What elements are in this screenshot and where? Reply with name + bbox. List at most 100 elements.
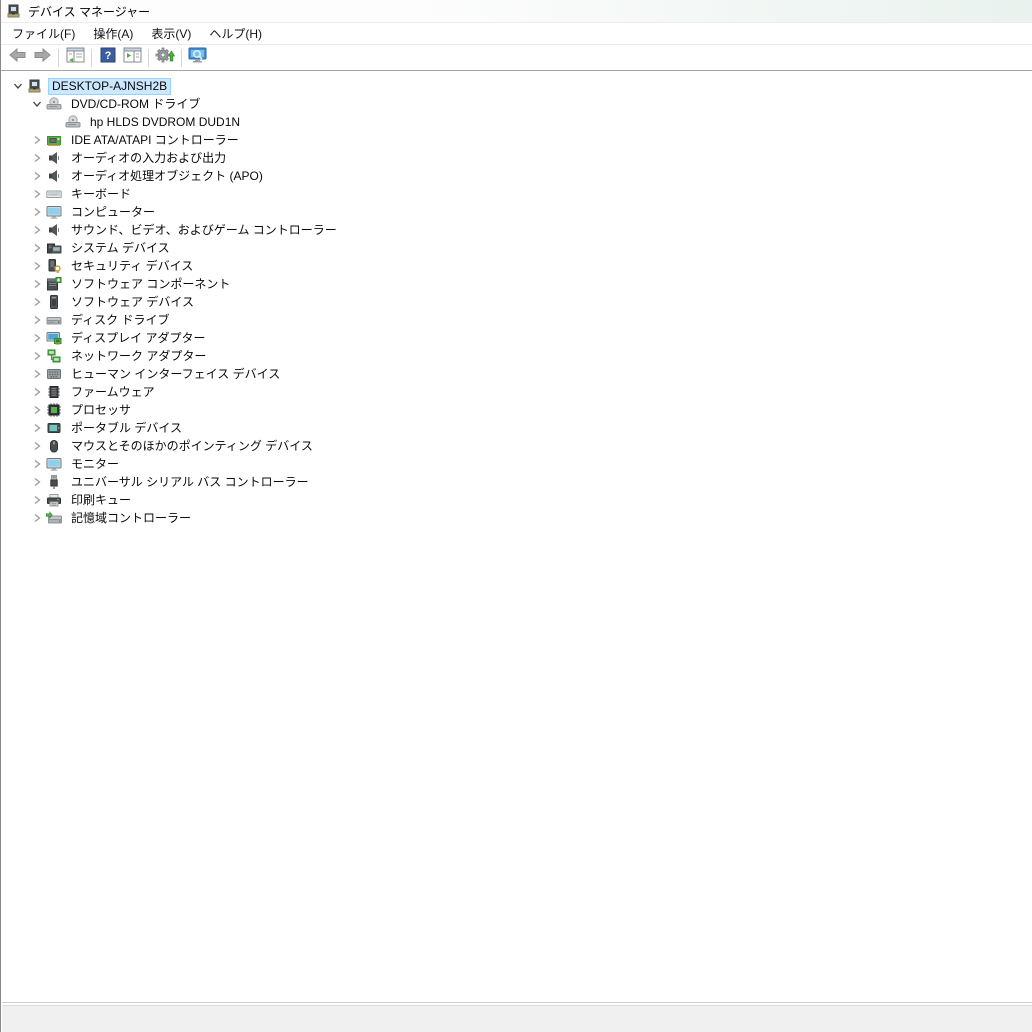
tree-item[interactable]: モニター [2,455,1032,473]
chevron-right-icon[interactable] [27,330,46,346]
tree-item[interactable]: コンピューター [2,203,1032,221]
tree-item-label: セキュリティ デバイス [67,258,197,275]
chevron-right-icon[interactable] [27,204,46,220]
usb-icon [46,474,62,490]
tree-item-label: オーディオ処理オブジェクト (APO) [67,168,267,185]
software-component-icon [46,276,62,292]
menu-view[interactable]: 表示(V) [142,22,200,45]
tree-item[interactable]: IDE ATA/ATAPI コントローラー [2,131,1032,149]
tree-item[interactable]: プロセッサ [2,401,1032,419]
tree-item[interactable]: ディスク ドライブ [2,311,1032,329]
tree-item[interactable]: セキュリティ デバイス [2,257,1032,275]
tree-item-label: ファームウェア [67,384,159,401]
security-device-icon [46,258,62,274]
tree-item[interactable]: キーボード [2,185,1032,203]
status-bar [2,1005,1032,1032]
tree-item[interactable]: ネットワーク アダプター [2,347,1032,365]
show-action-pane-button[interactable] [120,47,144,69]
audio-icon [46,168,62,184]
chevron-right-icon[interactable] [27,420,46,436]
chevron-right-icon[interactable] [27,456,46,472]
chevron-down-icon[interactable] [8,78,27,94]
back-button[interactable] [6,47,30,69]
chevron-spacer [46,114,65,130]
scan-hardware-changes-button[interactable] [186,47,210,69]
window-title: デバイス マネージャー [28,3,150,20]
menu-file[interactable]: ファイル(F) [3,22,84,45]
chevron-right-icon[interactable] [27,132,46,148]
tree-item[interactable]: ソフトウェア コンポーネント [2,275,1032,293]
tree-item-label: ソフトウェア コンポーネント [67,276,234,293]
tree-item[interactable]: DVD/CD-ROM ドライブ [2,95,1032,113]
system-device-icon [46,240,62,256]
tree-item-label: ソフトウェア デバイス [67,294,198,311]
device-manager-window: デバイス マネージャー ファイル(F) 操作(A) 表示(V) ヘルプ(H) [0,0,1032,1032]
chevron-right-icon[interactable] [27,222,46,238]
chevron-right-icon[interactable] [27,384,46,400]
device-tree: DESKTOP-AJNSH2BDVD/CD-ROM ドライブhp HLDS DV… [2,73,1032,1003]
help-button[interactable]: ? [96,47,120,69]
computer-icon [27,78,43,94]
chevron-right-icon[interactable] [27,276,46,292]
show-console-tree-icon [66,47,85,68]
tree-item[interactable]: オーディオ処理オブジェクト (APO) [2,167,1032,185]
chevron-right-icon[interactable] [27,186,46,202]
tree-item[interactable]: ユニバーサル シリアル バス コントローラー [2,473,1032,491]
tree-item-label: ユニバーサル シリアル バス コントローラー [67,474,313,491]
chevron-right-icon[interactable] [27,348,46,364]
tree-item[interactable]: サウンド、ビデオ、およびゲーム コントローラー [2,221,1032,239]
mouse-icon [46,438,62,454]
menu-help[interactable]: ヘルプ(H) [200,22,271,45]
show-action-pane-icon [123,47,142,68]
forward-button[interactable] [30,47,54,69]
chevron-right-icon[interactable] [27,510,46,526]
tree-item[interactable]: hp HLDS DVDROM DUD1N [2,113,1032,131]
tree-item-label: hp HLDS DVDROM DUD1N [86,114,244,131]
tree-item-label: 記憶域コントローラー [67,510,195,527]
chevron-right-icon[interactable] [27,150,46,166]
tree-item[interactable]: オーディオの入力および出力 [2,149,1032,167]
tree-item[interactable]: ポータブル デバイス [2,419,1032,437]
update-driver-button[interactable] [153,47,177,69]
tree-item-label: DVD/CD-ROM ドライブ [67,96,204,113]
tree-item-label: DESKTOP-AJNSH2B [48,78,171,95]
tree-item[interactable]: システム デバイス [2,239,1032,257]
tree-item[interactable]: ソフトウェア デバイス [2,293,1032,311]
tree-item[interactable]: マウスとそのほかのポインティング デバイス [2,437,1032,455]
chevron-right-icon[interactable] [27,258,46,274]
chevron-down-icon[interactable] [27,96,46,112]
tree-item[interactable]: 印刷キュー [2,491,1032,509]
keyboard-icon [46,186,62,202]
chevron-right-icon[interactable] [27,492,46,508]
toolbar-separator [181,49,182,67]
chevron-right-icon[interactable] [27,402,46,418]
printer-icon [46,492,62,508]
svg-text:?: ? [105,50,112,62]
show-console-tree-button[interactable] [63,47,87,69]
audio-icon [46,150,62,166]
help-icon: ? [100,47,116,68]
toolbar: ? [1,45,1032,71]
chevron-right-icon[interactable] [27,240,46,256]
tree-item-label: ポータブル デバイス [67,420,186,437]
portable-device-icon [46,420,62,436]
chevron-right-icon[interactable] [27,168,46,184]
tree-item[interactable]: ディスプレイ アダプター [2,329,1032,347]
tree-item-label: サウンド、ビデオ、およびゲーム コントローラー [67,222,341,239]
tree-item[interactable]: ファームウェア [2,383,1032,401]
forward-arrow-icon [33,48,51,67]
chevron-right-icon[interactable] [27,366,46,382]
tree-item[interactable]: DESKTOP-AJNSH2B [2,77,1032,95]
tree-item-label: ディスク ドライブ [67,312,174,329]
monitor-icon [46,456,62,472]
tree-item-label: ヒューマン インターフェイス デバイス [67,366,284,383]
chevron-right-icon[interactable] [27,474,46,490]
chevron-right-icon[interactable] [27,294,46,310]
tree-item-label: 印刷キュー [67,492,135,509]
menu-action[interactable]: 操作(A) [84,22,142,45]
tree-item[interactable]: 記憶域コントローラー [2,509,1032,527]
tree-item[interactable]: ヒューマン インターフェイス デバイス [2,365,1032,383]
title-bar: デバイス マネージャー [1,0,1032,22]
chevron-right-icon[interactable] [27,312,46,328]
chevron-right-icon[interactable] [27,438,46,454]
